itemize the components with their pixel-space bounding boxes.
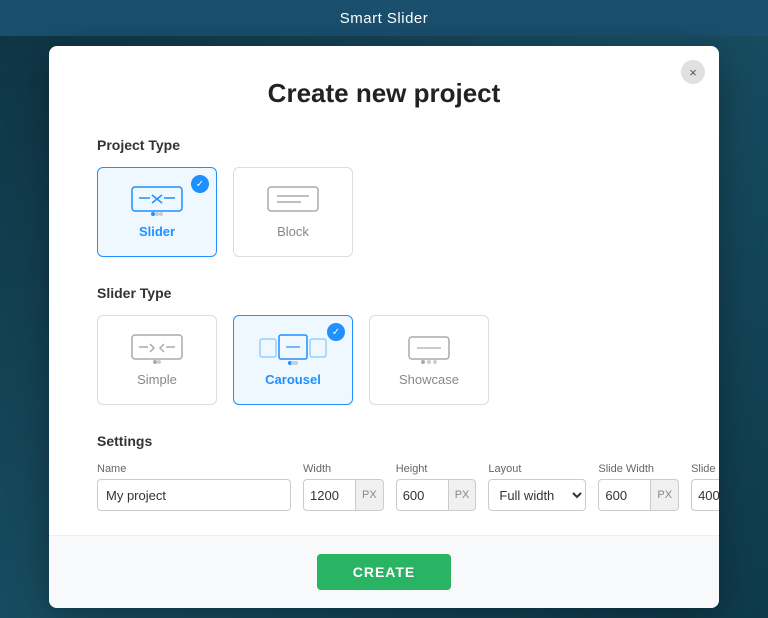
slide-width-input[interactable] (598, 479, 650, 511)
width-input[interactable] (303, 479, 355, 511)
settings-row: Name Width PX Height PX (97, 463, 671, 511)
carousel-check-icon: ✓ (327, 323, 345, 341)
width-label: Width (303, 463, 384, 475)
height-input-wrapper: PX (396, 479, 477, 511)
block-type-label: Block (277, 224, 309, 239)
carousel-type-label: Carousel (265, 372, 321, 387)
project-type-block[interactable]: Block (233, 167, 353, 257)
carousel-icon (259, 334, 327, 366)
create-button[interactable]: CREATE (317, 554, 452, 590)
modal: × Create new project Project Type ✓ (49, 46, 719, 608)
slide-height-label: Slide Height (691, 463, 719, 475)
slider-icon (131, 186, 183, 218)
slide-width-label: Slide Width (598, 463, 679, 475)
modal-title: Create new project (97, 78, 671, 109)
slide-height-input[interactable] (691, 479, 719, 511)
modal-body: Create new project Project Type ✓ (49, 46, 719, 511)
slider-check-icon: ✓ (191, 175, 209, 193)
slider-type-carousel[interactable]: ✓ Carousel (233, 315, 353, 405)
showcase-type-label: Showcase (399, 372, 459, 387)
modal-footer: CREATE (49, 535, 719, 608)
settings-label: Settings (97, 433, 671, 449)
width-input-wrapper: PX (303, 479, 384, 511)
slider-type-label: Slider (139, 224, 175, 239)
layout-select[interactable]: Full width Boxed Full screen (488, 479, 586, 511)
slider-type-showcase[interactable]: Showcase (369, 315, 489, 405)
name-label: Name (97, 463, 291, 475)
height-field-group: Height PX (396, 463, 477, 511)
slider-type-label-section: Slider Type (97, 285, 671, 301)
slide-width-unit: PX (650, 479, 679, 511)
width-unit: PX (355, 479, 384, 511)
settings-section: Settings Name Width PX Height (97, 433, 671, 511)
simple-type-label: Simple (137, 372, 177, 387)
slider-type-simple[interactable]: Simple (97, 315, 217, 405)
height-unit: PX (448, 479, 477, 511)
width-field-group: Width PX (303, 463, 384, 511)
close-button[interactable]: × (681, 60, 705, 84)
project-type-row: ✓ Slider (97, 167, 671, 257)
project-type-slider[interactable]: ✓ Slider (97, 167, 217, 257)
slider-type-row: Simple ✓ (97, 315, 671, 405)
top-bar: Smart Slider (0, 0, 768, 36)
project-type-label: Project Type (97, 137, 671, 153)
slide-width-field-group: Slide Width PX (598, 463, 679, 511)
height-input[interactable] (396, 479, 448, 511)
layout-field-group: Layout Full width Boxed Full screen (488, 463, 586, 511)
simple-icon (131, 334, 183, 366)
block-icon (267, 186, 319, 218)
name-field-group: Name (97, 463, 291, 511)
layout-label: Layout (488, 463, 586, 475)
name-input[interactable] (97, 479, 291, 511)
slide-width-input-wrapper: PX (598, 479, 679, 511)
slide-height-field-group: Slide Height PX (691, 463, 719, 511)
showcase-icon (403, 334, 455, 366)
slide-height-input-wrapper: PX (691, 479, 719, 511)
app-title: Smart Slider (340, 10, 429, 27)
height-label: Height (396, 463, 477, 475)
